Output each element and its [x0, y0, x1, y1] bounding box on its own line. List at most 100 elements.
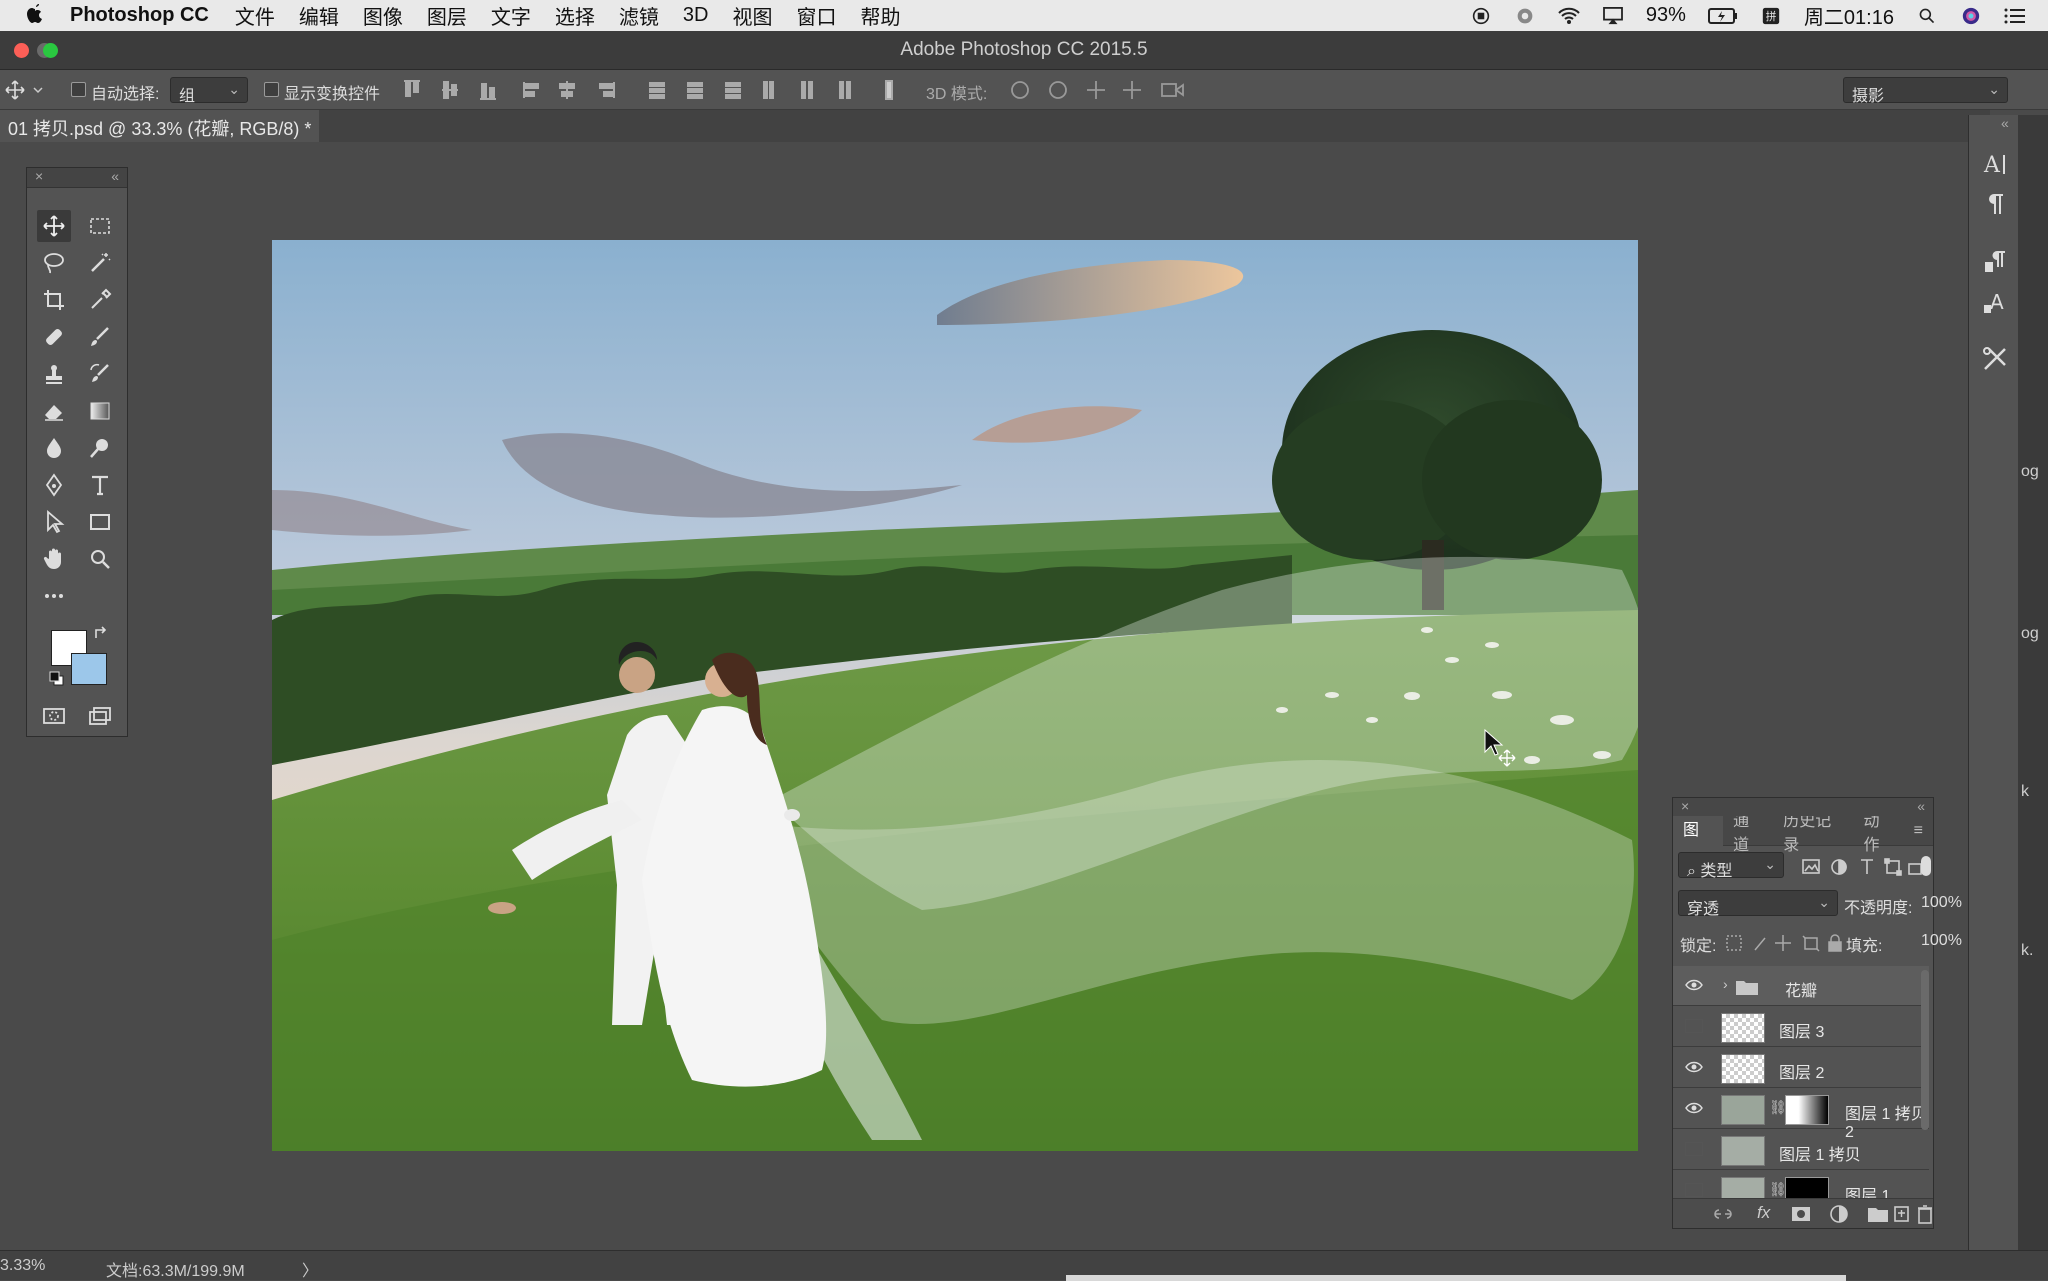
visibility-eye-icon[interactable]: [1685, 1060, 1703, 1074]
horizontal-scrollbar[interactable]: [1066, 1275, 1846, 1281]
airplay-icon[interactable]: [1602, 6, 1624, 25]
menu-filter[interactable]: 滤镜: [619, 1, 659, 30]
magic-wand-tool[interactable]: [83, 247, 117, 279]
eyedropper-tool[interactable]: [83, 284, 117, 316]
collapse-icon[interactable]: «: [1917, 798, 1925, 814]
dodge-tool[interactable]: [83, 432, 117, 464]
layers-panel-header[interactable]: × «: [1673, 798, 1933, 816]
menu-layer[interactable]: 图层: [427, 1, 467, 30]
trash-icon[interactable]: [1917, 1204, 1933, 1224]
layer-mask-thumbnail[interactable]: [1785, 1177, 1829, 1198]
menu-window[interactable]: 窗口: [796, 1, 836, 30]
blur-tool[interactable]: [37, 432, 71, 464]
path-selection-tool[interactable]: [37, 506, 71, 538]
menu-type[interactable]: 文字: [491, 1, 531, 30]
new-group-folder-icon[interactable]: [1867, 1205, 1889, 1223]
fill-value[interactable]: 100%: [1921, 932, 1962, 950]
fx-button[interactable]: fx: [1757, 1203, 1770, 1223]
status-menu-arrow[interactable]: 〉: [302, 1257, 318, 1281]
default-colors-icon[interactable]: [49, 671, 65, 692]
notification-center-icon[interactable]: [2004, 7, 2026, 25]
tool-presets-icon[interactable]: [1981, 345, 2009, 373]
hand-tool[interactable]: [37, 543, 71, 575]
more-tools[interactable]: [37, 580, 71, 612]
menu-file[interactable]: 文件: [235, 1, 275, 30]
menubar-clock[interactable]: 周二01:16: [1804, 1, 1894, 30]
background-color-swatch[interactable]: [71, 653, 107, 685]
zoom-level[interactable]: 3.33%: [0, 1257, 45, 1275]
rectangle-tool[interactable]: [83, 506, 117, 538]
input-method-icon[interactable]: 拼: [1760, 7, 1782, 25]
chevron-right-icon[interactable]: ›: [1723, 976, 1728, 992]
panel-menu-icon[interactable]: ≡: [1904, 822, 1933, 840]
new-layer-icon[interactable]: [1893, 1205, 1911, 1223]
visibility-eye-icon[interactable]: [1685, 1101, 1703, 1115]
layer-row-图层1[interactable]: ⛓ 图层 1: [1673, 1171, 1929, 1198]
app-menu[interactable]: Photoshop CC: [70, 4, 209, 27]
layer-filter-dropdown[interactable]: ⌕ 类型 ⌄: [1678, 852, 1784, 880]
layer-row-图层1拷贝2[interactable]: ⛓ 图层 1 拷贝 2: [1673, 1089, 1929, 1141]
paragraph-panel-icon[interactable]: [1981, 190, 2009, 218]
collapse-icon[interactable]: «: [2001, 115, 2009, 131]
tab-layers[interactable]: 图层: [1673, 815, 1724, 869]
eraser-tool[interactable]: [37, 395, 71, 427]
opacity-value[interactable]: 100%: [1921, 894, 1962, 912]
screen-mode-button[interactable]: [83, 700, 117, 732]
tools-panel-header[interactable]: × «: [27, 168, 127, 188]
layer-row-图层1拷贝[interactable]: 图层 1 拷贝: [1673, 1130, 1929, 1170]
auto-select-checkbox[interactable]: [71, 82, 86, 97]
menu-edit[interactable]: 编辑: [299, 1, 339, 30]
siri-icon[interactable]: [1960, 7, 1982, 25]
move-tool-preset-icon[interactable]: [4, 79, 44, 101]
quick-mask-button[interactable]: [37, 700, 71, 732]
marquee-tool[interactable]: [83, 210, 117, 242]
character-styles-icon[interactable]: A: [1981, 289, 2009, 317]
brush-tool[interactable]: [83, 321, 117, 353]
wifi-icon[interactable]: [1558, 7, 1580, 25]
battery-icon[interactable]: [1707, 7, 1738, 25]
filter-toggle-switch[interactable]: [1921, 856, 1931, 876]
menu-help[interactable]: 帮助: [860, 1, 900, 30]
lock-icons[interactable]: [1725, 933, 1855, 953]
layer-filter-icons[interactable]: [1801, 856, 1931, 878]
spotlight-search-icon[interactable]: [1916, 7, 1938, 25]
history-brush-tool[interactable]: [83, 358, 117, 390]
menu-image[interactable]: 图像: [363, 1, 403, 30]
move-tool[interactable]: [37, 210, 71, 242]
pen-tool[interactable]: [37, 469, 71, 501]
document-canvas-image[interactable]: [272, 240, 1638, 1151]
clone-stamp-tool[interactable]: [37, 358, 71, 390]
gradient-tool[interactable]: [83, 395, 117, 427]
swap-colors-icon[interactable]: [93, 626, 109, 647]
visibility-box-empty[interactable]: [1685, 1183, 1703, 1197]
paragraph-styles-icon[interactable]: [1981, 248, 2009, 276]
add-mask-icon[interactable]: [1791, 1205, 1811, 1223]
close-icon[interactable]: ×: [35, 168, 43, 184]
visibility-eye-icon[interactable]: [1685, 978, 1703, 992]
zoom-tool[interactable]: [83, 543, 117, 575]
apple-menu-icon[interactable]: [0, 2, 70, 30]
layer-row-图层2[interactable]: 图层 2: [1673, 1048, 1929, 1088]
close-icon[interactable]: ×: [1681, 798, 1689, 814]
layer-mask-thumbnail[interactable]: [1785, 1095, 1829, 1125]
crop-tool[interactable]: [37, 284, 71, 316]
layer-list-scrollbar[interactable]: [1921, 970, 1929, 1130]
visibility-box-empty[interactable]: [1685, 1142, 1703, 1156]
menu-3d[interactable]: 3D: [683, 4, 709, 27]
3d-mode-icons[interactable]: [1006, 78, 1186, 102]
lasso-tool[interactable]: [37, 247, 71, 279]
type-tool[interactable]: [83, 469, 117, 501]
menu-view[interactable]: 视图: [732, 1, 772, 30]
align-distribute-icons[interactable]: [404, 78, 894, 102]
workspace-dropdown[interactable]: 摄影 ⌄: [1843, 77, 2008, 105]
character-panel-icon[interactable]: A: [1981, 150, 2009, 178]
adjustment-layer-icon[interactable]: [1829, 1204, 1849, 1224]
record-icon[interactable]: [1470, 7, 1492, 25]
blend-mode-dropdown[interactable]: 穿透 ⌄: [1678, 890, 1838, 918]
document-tab[interactable]: 01 拷贝.psd @ 33.3% (花瓣, RGB/8) *: [0, 110, 320, 142]
menu-select[interactable]: 选择: [555, 1, 595, 30]
layer-row-图层3[interactable]: 图层 3: [1673, 1007, 1929, 1047]
creative-cloud-icon[interactable]: [1514, 7, 1536, 25]
visibility-box-empty[interactable]: [1685, 1019, 1703, 1033]
link-layers-icon[interactable]: [1713, 1205, 1733, 1223]
